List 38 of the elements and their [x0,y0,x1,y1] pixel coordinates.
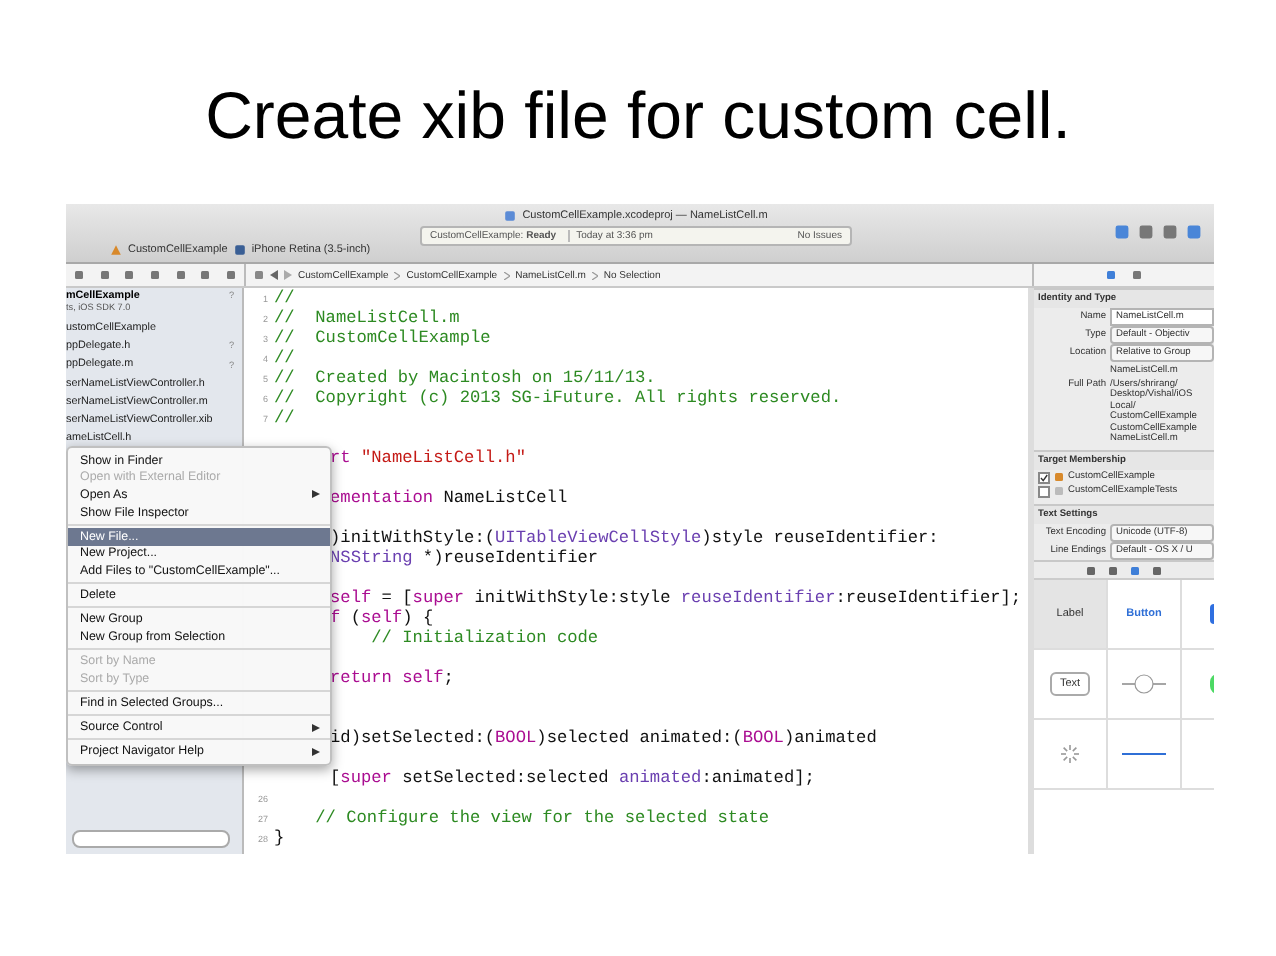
code-line: id)setSelected:(BOOL)selected animated:(BOOL)animated [330,728,877,748]
code-line: [super setSelected:selected animated:animated]; [330,768,815,788]
code-line: // [274,288,295,308]
checkbox[interactable] [1038,485,1050,498]
hammer-icon [110,244,122,256]
code-line: // Created by Macintosh on 15/11/13. [274,368,656,388]
submenu-arrow-icon [312,747,320,756]
slider-knob-icon [1122,674,1166,695]
forward-icon[interactable] [284,270,292,280]
code-line: } [274,828,285,848]
submenu-arrow-icon [312,723,320,732]
slider-icon [1122,752,1166,757]
code-line: ementation NameListCell [330,488,568,508]
code-line: rt "NameListCell.h" [330,448,526,468]
chevron-icon [394,271,401,279]
slide-title: Create xib file for custom cell. [205,76,1071,156]
submenu-arrow-icon [312,490,320,499]
library-cell[interactable] [1034,720,1108,791]
code-line: // Copyright (c) 2013 SG-iFuture. All rights reserved. [274,388,842,408]
chevron-icon [503,271,510,279]
code-line: self = [super initWithStyle:style reuseIdentifier:reuseIdentifier]; [330,588,1022,608]
code-line: // [274,408,295,428]
library-cell[interactable] [1108,650,1182,721]
library-cell[interactable] [1108,720,1182,791]
code-line: f (self) { [330,608,434,628]
code-line: // NameListCell.m [274,308,460,328]
code-line: NSString *)reuseIdentifier [330,548,599,568]
code-line: // CustomCellExample [274,328,491,348]
spinner-icon [1060,744,1080,765]
checkbox[interactable] [1038,471,1050,484]
chevron-icon [591,271,598,279]
code-line: return self; [330,668,454,688]
code-line: // Initialization code [369,628,599,648]
code-line: )initWithStyle:(UITableViewCellStyle)style reuseIdentifier: [330,528,939,548]
code-line: // [274,348,295,368]
code-line: // Configure the view for the selected state [313,808,770,828]
back-icon[interactable] [270,270,278,280]
filter-field[interactable] [72,830,230,848]
